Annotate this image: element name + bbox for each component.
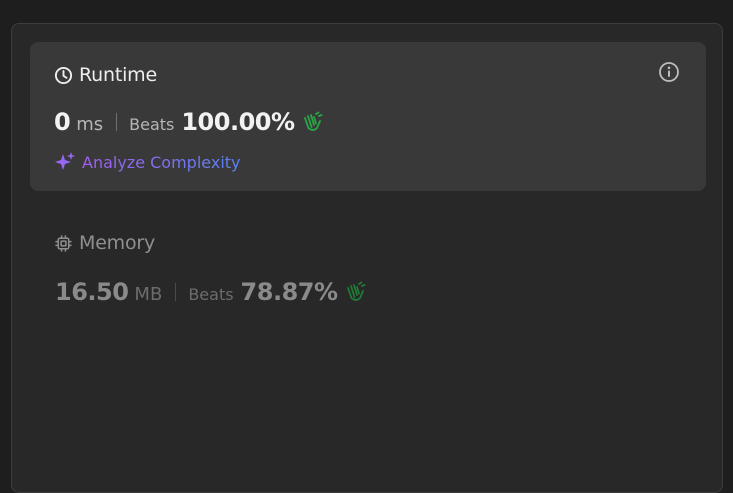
memory-stats: 16.50 MB Beats 78.87% — [55, 278, 368, 306]
memory-heading[interactable]: Memory — [54, 232, 155, 254]
memory-title: Memory — [79, 232, 156, 254]
memory-value: 16.50 — [55, 278, 129, 306]
runtime-stats: 0 ms Beats 100.00% — [54, 108, 325, 136]
runtime-card[interactable]: Runtime 0 ms Beats 100.00% Analyze Compl… — [30, 42, 706, 191]
info-icon[interactable] — [658, 61, 680, 83]
runtime-beats-label: Beats — [129, 115, 175, 134]
runtime-value: 0 — [54, 108, 71, 136]
memory-beats-value: 78.87% — [240, 278, 338, 306]
runtime-title: Runtime — [79, 64, 157, 86]
clock-icon — [54, 66, 73, 85]
clapping-hands-icon — [301, 111, 325, 133]
chip-icon — [54, 234, 73, 253]
clapping-hands-icon — [344, 281, 368, 303]
sparkle-icon — [54, 151, 76, 173]
runtime-unit: ms — [76, 114, 104, 135]
divider — [116, 113, 118, 131]
runtime-heading: Runtime — [54, 64, 157, 86]
analyze-complexity-link[interactable]: Analyze Complexity — [54, 151, 241, 173]
memory-beats-label: Beats — [188, 285, 234, 304]
runtime-beats-value: 100.00% — [181, 108, 295, 136]
analyze-complexity-label: Analyze Complexity — [82, 152, 241, 172]
divider — [175, 283, 177, 301]
memory-unit: MB — [134, 284, 163, 305]
